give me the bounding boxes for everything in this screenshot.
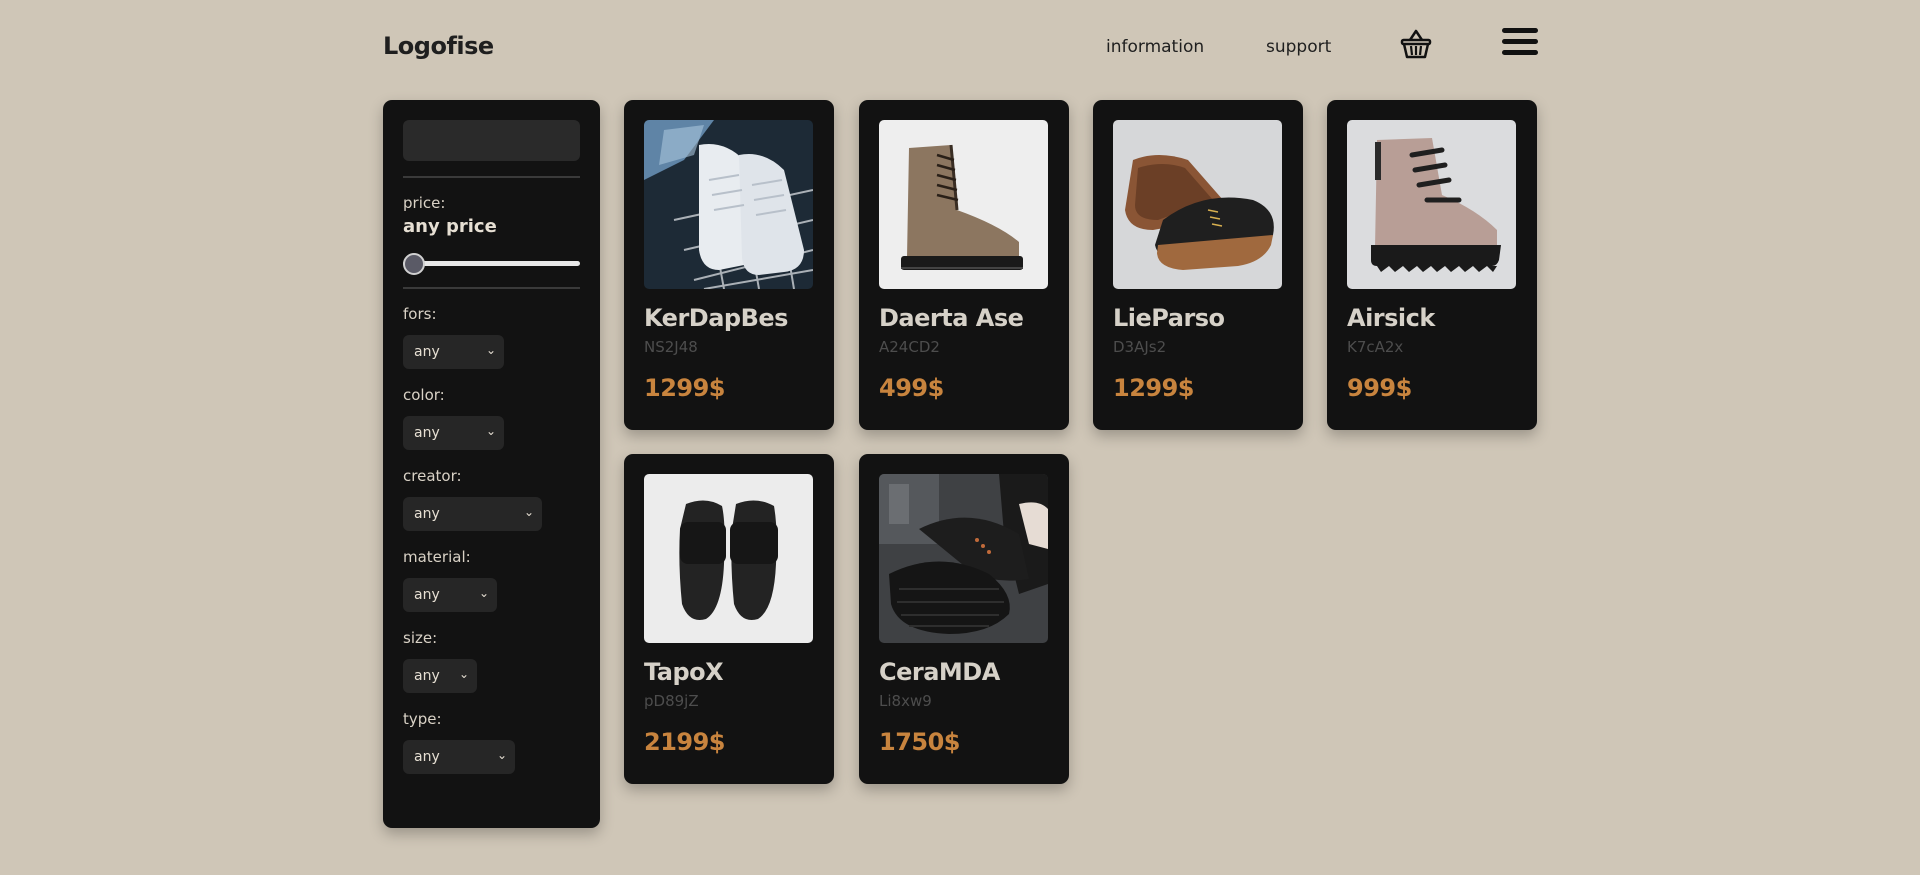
divider — [403, 287, 580, 289]
color-select-value: any — [414, 425, 440, 441]
chevron-down-icon: ⌄ — [523, 505, 534, 519]
product-image-black-knit-sneaker[interactable] — [879, 474, 1048, 643]
product-name: TapoX — [644, 658, 724, 686]
basket-icon[interactable] — [1399, 28, 1433, 60]
product-code: NS2J48 — [644, 338, 698, 356]
logo[interactable]: Logofise — [383, 32, 494, 60]
product-name: Daerta Ase — [879, 304, 1024, 332]
chevron-down-icon: ⌄ — [458, 667, 469, 681]
product-price: 499$ — [879, 374, 944, 402]
product-code: K7cA2x — [1347, 338, 1404, 356]
filter-type: type: any ⌄ — [403, 710, 580, 774]
product-card[interactable]: CeraMDA Li8xw9 1750$ — [859, 454, 1069, 784]
product-price: 1299$ — [644, 374, 726, 402]
product-card[interactable]: KerDapBes NS2J48 1299$ — [624, 100, 834, 430]
filter-material: material: any ⌄ — [403, 548, 580, 612]
hamburger-menu-icon[interactable] — [1502, 28, 1538, 60]
product-image-pink-suede-boot[interactable] — [1347, 120, 1516, 289]
price-slider[interactable] — [403, 251, 580, 275]
product-card[interactable]: Daerta Ase A24CD2 499$ — [859, 100, 1069, 430]
fors-select-value: any — [414, 344, 440, 360]
color-select[interactable]: any ⌄ — [403, 416, 504, 450]
product-code: D3AJs2 — [1113, 338, 1167, 356]
fors-select[interactable]: any ⌄ — [403, 335, 504, 369]
product-name: Airsick — [1347, 304, 1435, 332]
chevron-down-icon: ⌄ — [478, 586, 489, 600]
product-code: Li8xw9 — [879, 692, 932, 710]
filter-label-material: material: — [403, 548, 471, 566]
header: Logofise information support — [383, 28, 1538, 68]
filter-size: size: any ⌄ — [403, 629, 580, 693]
size-select-value: any — [414, 668, 440, 684]
product-price: 999$ — [1347, 374, 1412, 402]
product-price: 1750$ — [879, 728, 961, 756]
size-select[interactable]: any ⌄ — [403, 659, 477, 693]
filter-sidebar: price: any price fors: any ⌄ color: any … — [383, 100, 600, 828]
filter-fors: fors: any ⌄ — [403, 305, 580, 369]
price-slider-thumb[interactable] — [403, 253, 425, 275]
nav-link-information[interactable]: information — [1106, 37, 1204, 57]
creator-select-value: any — [414, 506, 440, 522]
nav-link-support[interactable]: support — [1266, 37, 1331, 57]
chevron-down-icon: ⌄ — [485, 343, 496, 357]
product-name: LieParso — [1113, 304, 1225, 332]
product-price: 2199$ — [644, 728, 726, 756]
filter-label-creator: creator: — [403, 467, 462, 485]
product-name: KerDapBes — [644, 304, 788, 332]
material-select-value: any — [414, 587, 440, 603]
creator-select[interactable]: any ⌄ — [403, 497, 542, 531]
filter-creator: creator: any ⌄ — [403, 467, 580, 531]
divider — [403, 176, 580, 178]
product-image-black-slides[interactable] — [644, 474, 813, 643]
type-select[interactable]: any ⌄ — [403, 740, 515, 774]
product-code: pD89jZ — [644, 692, 699, 710]
product-code: A24CD2 — [879, 338, 940, 356]
filter-label-size: size: — [403, 629, 438, 647]
chevron-down-icon: ⌄ — [485, 424, 496, 438]
product-image-white-sneakers[interactable] — [644, 120, 813, 289]
product-image-black-canvas-shoe[interactable] — [1113, 120, 1282, 289]
price-value: any price — [403, 216, 497, 237]
product-card[interactable]: TapoX pD89jZ 2199$ — [624, 454, 834, 784]
filter-label-color: color: — [403, 386, 445, 404]
chevron-down-icon: ⌄ — [496, 748, 507, 762]
filter-label-type: type: — [403, 710, 442, 728]
search-input[interactable] — [403, 120, 580, 161]
filter-color: color: any ⌄ — [403, 386, 580, 450]
product-card[interactable]: LieParso D3AJs2 1299$ — [1093, 100, 1303, 430]
material-select[interactable]: any ⌄ — [403, 578, 497, 612]
product-image-tan-lace-up-boot[interactable] — [879, 120, 1048, 289]
product-price: 1299$ — [1113, 374, 1195, 402]
price-slider-track[interactable] — [403, 261, 580, 266]
price-label: price: — [403, 194, 446, 212]
product-name: CeraMDA — [879, 658, 1000, 686]
filter-label-fors: fors: — [403, 305, 437, 323]
product-card[interactable]: Airsick K7cA2x 999$ — [1327, 100, 1537, 430]
type-select-value: any — [414, 749, 440, 765]
